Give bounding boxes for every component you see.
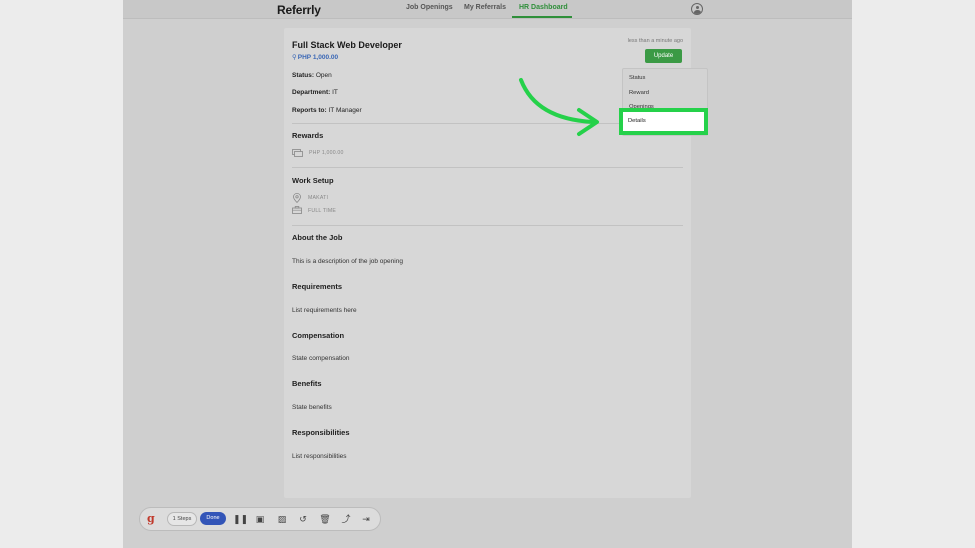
department-field: Department: IT	[292, 89, 338, 96]
about-heading: About the Job	[292, 233, 343, 242]
recorder-toolbar: g 1 Steps Done ❚❚ ▣ ▨ ↺ 🗑 ⤴ ⇥	[139, 507, 381, 531]
menu-item-details[interactable]: Details	[623, 112, 704, 131]
compensation-heading: Compensation	[292, 331, 345, 340]
requirements-text: List requirements here	[292, 307, 357, 314]
employment-type-value: FULL TIME	[308, 208, 337, 214]
nav-job-openings[interactable]: Job Openings	[406, 4, 453, 11]
image-icon[interactable]: ▨	[276, 513, 288, 525]
nav-hr-dashboard[interactable]: HR Dashboard	[519, 4, 568, 11]
done-button[interactable]: Done	[200, 512, 226, 525]
nav-my-referrals[interactable]: My Referrals	[464, 4, 506, 11]
briefcase-icon	[292, 206, 302, 214]
trash-icon[interactable]: 🗑	[319, 513, 331, 525]
benefits-heading: Benefits	[292, 379, 322, 388]
recorder-logo: g	[147, 512, 155, 525]
requirements-heading: Requirements	[292, 282, 343, 291]
undo-icon[interactable]: ↺	[297, 513, 309, 525]
job-reward: ⚲PHP 1,000.00	[292, 54, 339, 61]
pin-icon: ⚲	[292, 54, 297, 61]
user-avatar-icon[interactable]	[691, 3, 703, 15]
posted-timestamp: less than a minute ago	[627, 38, 683, 44]
money-icon	[292, 149, 303, 157]
rewards-value: PHP 1,000.00	[309, 150, 344, 156]
active-tab-indicator	[512, 16, 572, 18]
compensation-text: State compensation	[292, 355, 350, 362]
job-title: Full Stack Web Developer	[292, 40, 402, 50]
work-setup-heading: Work Setup	[292, 176, 334, 185]
update-button[interactable]: Update	[645, 49, 682, 63]
brand-logo[interactable]: Referrly	[277, 3, 321, 17]
responsibilities-heading: Responsibilities	[292, 428, 350, 437]
steps-counter[interactable]: 1 Steps	[167, 512, 197, 526]
reports-to-field: Reports to: IT Manager	[292, 107, 362, 114]
menu-item-status[interactable]: Status	[629, 75, 645, 81]
stop-icon[interactable]: ▣	[254, 513, 266, 525]
rewards-heading: Rewards	[292, 131, 324, 140]
share-icon[interactable]: ⤴	[340, 513, 352, 525]
responsibilities-text: List responsibilities	[292, 453, 347, 460]
divider	[292, 225, 683, 226]
right-letterbox	[852, 0, 975, 548]
location-value: MAKATI	[308, 195, 329, 201]
about-text: This is a description of the job opening	[292, 258, 403, 265]
menu-item-reward[interactable]: Reward	[629, 90, 649, 96]
benefits-text: State benefits	[292, 404, 332, 411]
divider	[292, 167, 683, 168]
exit-icon[interactable]: ⇥	[360, 513, 372, 525]
location-pin-icon	[293, 193, 301, 203]
annotation-arrow-icon	[519, 78, 599, 136]
top-navbar: Referrly Job Openings My Referrals HR Da…	[123, 0, 852, 19]
pause-icon[interactable]: ❚❚	[233, 513, 248, 525]
app-window: Referrly Job Openings My Referrals HR Da…	[123, 0, 852, 548]
left-letterbox	[0, 0, 123, 548]
status-field: Status: Open	[292, 72, 332, 79]
